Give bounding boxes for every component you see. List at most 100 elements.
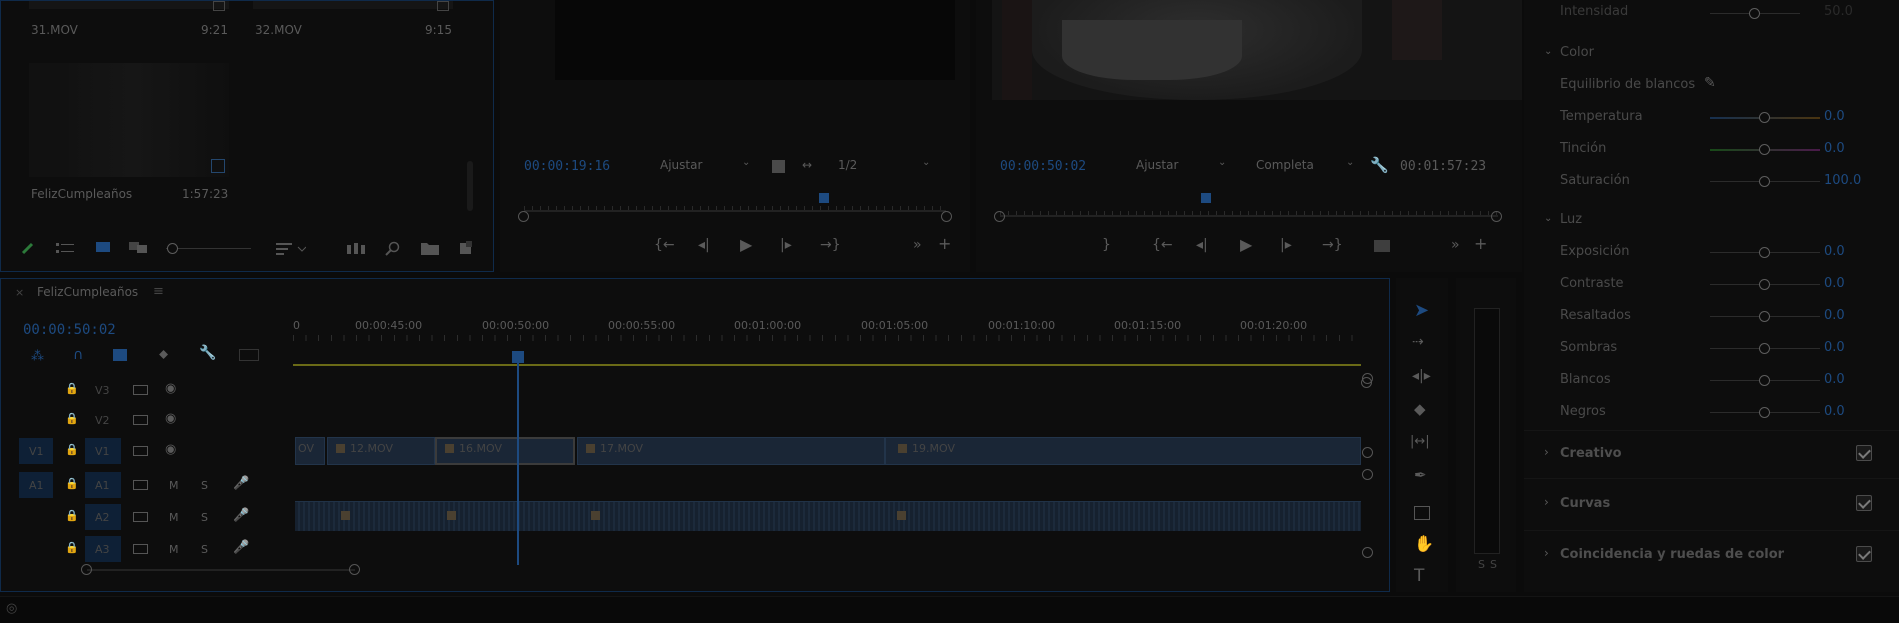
mark-out-icon[interactable]: } xyxy=(1102,237,1111,253)
cloud-sync-icon[interactable]: ◎ xyxy=(6,601,17,616)
step-forward-icon[interactable]: |▸ xyxy=(780,237,792,253)
blacks-knob[interactable] xyxy=(1759,407,1770,418)
chevron-down-icon[interactable]: ⌄ xyxy=(1544,213,1552,224)
slip-tool-icon[interactable]: |↔| xyxy=(1410,434,1430,449)
mute-button[interactable]: M xyxy=(169,511,179,524)
intensity-knob[interactable] xyxy=(1749,8,1760,19)
tint-knob[interactable] xyxy=(1759,144,1770,155)
zoom-slider[interactable] xyxy=(166,248,251,249)
insert-icon[interactable]: ↔ xyxy=(802,158,812,172)
sync-icon[interactable] xyxy=(133,385,148,395)
scrubber-start-handle[interactable] xyxy=(994,211,1005,222)
highlights-knob[interactable] xyxy=(1759,311,1770,322)
go-to-in-icon[interactable]: {← xyxy=(654,237,675,253)
lock-icon[interactable]: 🔒 xyxy=(65,509,79,522)
add-button-icon[interactable]: + xyxy=(938,234,951,253)
clip-v1-selected[interactable]: 16.MOV xyxy=(435,437,575,465)
mute-button[interactable]: M xyxy=(169,543,179,556)
clip-v1[interactable]: 19.MOV xyxy=(885,437,1361,465)
close-tab-icon[interactable]: × xyxy=(15,286,24,299)
type-tool-icon[interactable]: T xyxy=(1414,566,1424,586)
snap-magnet-icon[interactable]: ∩ xyxy=(73,347,83,363)
project-scrollbar[interactable] xyxy=(467,161,473,211)
section-color-match[interactable]: › Coincidencia y ruedas de color xyxy=(1524,541,1899,571)
microphone-icon[interactable]: 🎤 xyxy=(233,508,249,523)
solo-label[interactable]: S xyxy=(1490,558,1497,571)
clip-thumbnail-32[interactable] xyxy=(253,1,453,9)
panel-menu-icon[interactable]: ≡ xyxy=(153,284,164,299)
sync-icon[interactable] xyxy=(133,544,148,554)
program-timecode[interactable]: 00:00:50:02 xyxy=(1000,159,1086,174)
scroll-handle-right[interactable] xyxy=(349,564,360,575)
lock-icon[interactable]: 🔒 xyxy=(65,382,79,395)
play-icon[interactable]: ▶ xyxy=(740,235,752,254)
solo-button[interactable]: S xyxy=(201,543,208,556)
scrubber-start-handle[interactable] xyxy=(518,211,529,222)
lock-icon[interactable]: 🔒 xyxy=(65,443,79,456)
source-timecode[interactable]: 00:00:19:16 xyxy=(524,159,610,174)
add-button-icon[interactable]: + xyxy=(1474,234,1487,253)
play-icon[interactable]: ▶ xyxy=(1240,235,1252,254)
whites-value[interactable]: 0.0 xyxy=(1824,372,1845,387)
sync-icon[interactable] xyxy=(133,415,148,425)
program-quality-dropdown[interactable]: Completa ⌄ xyxy=(1254,156,1354,176)
section-enable-checkbox[interactable] xyxy=(1856,495,1872,511)
intensity-value[interactable]: 50.0 xyxy=(1824,4,1853,19)
lock-icon[interactable]: 🔒 xyxy=(65,412,79,425)
linked-selection-icon[interactable] xyxy=(113,349,127,361)
settings-square-icon[interactable] xyxy=(772,160,785,173)
color-section-header[interactable]: Color xyxy=(1560,45,1594,60)
source-fit-dropdown[interactable]: Ajustar ⌄ xyxy=(658,156,758,176)
automate-icon[interactable] xyxy=(347,243,365,255)
shadows-value[interactable]: 0.0 xyxy=(1824,340,1845,355)
sync-icon[interactable] xyxy=(133,480,148,490)
vertical-scroll-handle[interactable] xyxy=(1362,447,1373,458)
contrast-value[interactable]: 0.0 xyxy=(1824,276,1845,291)
temperature-value[interactable]: 0.0 xyxy=(1824,109,1845,124)
pencil-icon[interactable] xyxy=(21,241,35,255)
step-forward-icon[interactable]: |▸ xyxy=(1280,237,1292,253)
timeline-timecode[interactable]: 00:00:50:02 xyxy=(23,322,116,338)
temperature-knob[interactable] xyxy=(1759,112,1770,123)
section-curves[interactable]: › Curvas xyxy=(1524,490,1899,520)
exposure-value[interactable]: 0.0 xyxy=(1824,244,1845,259)
section-enable-checkbox[interactable] xyxy=(1856,546,1872,562)
horizontal-scrollbar[interactable] xyxy=(87,569,355,571)
contrast-knob[interactable] xyxy=(1759,279,1770,290)
marker-icon[interactable]: ⬥ xyxy=(159,347,168,362)
solo-button[interactable]: S xyxy=(201,479,208,492)
sequence-tab[interactable]: FelizCumpleaños xyxy=(37,285,138,299)
more-controls-icon[interactable]: » xyxy=(913,237,922,253)
scroll-handle-left[interactable] xyxy=(81,564,92,575)
sort-icon[interactable] xyxy=(276,242,306,256)
export-frame-icon[interactable] xyxy=(1374,240,1390,252)
lock-icon[interactable]: 🔒 xyxy=(65,477,79,490)
hand-tool-icon[interactable]: ✋ xyxy=(1414,534,1434,553)
captions-icon[interactable] xyxy=(239,349,259,361)
timeline-playhead-line[interactable] xyxy=(517,355,519,565)
clip-v1[interactable]: OV xyxy=(295,437,325,465)
pen-tool-icon[interactable]: ✒ xyxy=(1414,466,1427,484)
rectangle-tool-icon[interactable] xyxy=(1414,506,1430,520)
step-back-icon[interactable]: ◂| xyxy=(1196,237,1208,253)
program-scrubber[interactable] xyxy=(1000,215,1498,217)
snap-nested-icon[interactable]: ⁂ xyxy=(31,349,44,364)
shadows-knob[interactable] xyxy=(1759,343,1770,354)
wrench-icon[interactable]: 🔧 xyxy=(199,345,216,361)
zoom-slider-knob[interactable] xyxy=(167,243,178,254)
section-creative[interactable]: › Creativo xyxy=(1524,440,1899,470)
eyedropper-icon[interactable]: ✎ xyxy=(1704,75,1716,91)
vertical-scroll-handle[interactable] xyxy=(1362,547,1373,558)
icon-view-icon[interactable] xyxy=(96,242,110,254)
section-enable-checkbox[interactable] xyxy=(1856,445,1872,461)
scrubber-end-handle[interactable] xyxy=(1491,211,1502,222)
source-scrubber[interactable] xyxy=(524,210,946,212)
new-item-icon[interactable] xyxy=(459,241,473,255)
freeform-view-icon[interactable] xyxy=(129,242,149,254)
light-section-header[interactable]: Luz xyxy=(1560,212,1582,227)
clip-thumbnail-31[interactable] xyxy=(29,1,229,9)
track-area[interactable]: OV 12.MOV 16.MOV 17.MOV 19.MOV xyxy=(295,369,1372,569)
list-view-icon[interactable] xyxy=(56,242,74,254)
step-back-icon[interactable]: ◂| xyxy=(698,237,710,253)
eye-icon[interactable]: ◉ xyxy=(165,442,176,457)
